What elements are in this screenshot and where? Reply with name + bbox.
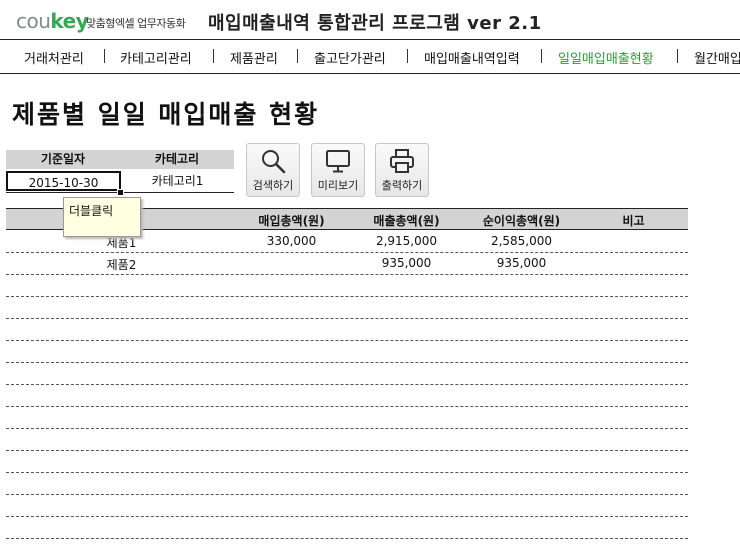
search-button-label: 검색하기	[252, 179, 294, 192]
menu-item-monthly[interactable]: 월간매입	[694, 48, 740, 67]
grid-row-separator	[6, 340, 688, 341]
grid-row-separator	[6, 296, 688, 297]
menu-item-categories[interactable]: 카테고리관리	[120, 48, 192, 67]
coukey-logo: coukey	[16, 9, 89, 33]
grid-row-separator	[6, 362, 688, 363]
print-button[interactable]: 출력하기	[375, 143, 429, 197]
menu-item-daily-status[interactable]: 일일매입매출현황	[558, 48, 654, 67]
grid-row-separator	[6, 494, 688, 495]
menu-item-clients[interactable]: 거래처관리	[24, 48, 84, 67]
main-menu-bar: 거래처관리 카테고리관리 제품관리 출고단가관리 매입매출내역입력 일일매입매출…	[0, 39, 740, 74]
grid-row-separator	[6, 538, 688, 539]
preview-button-label: 미리보기	[317, 179, 359, 192]
brand-slogan: 맞춤형엑셀 업무자동화	[86, 17, 186, 30]
grid-row-separator	[6, 472, 688, 473]
menu-item-products[interactable]: 제품관리	[230, 48, 278, 67]
date-field[interactable]: 2015-10-30	[6, 171, 121, 191]
column-header-note: 비고	[622, 214, 645, 228]
sales-cell: 935,000	[381, 256, 432, 270]
menu-separator	[407, 49, 408, 63]
column-header-purchase: 매입총액(원)	[258, 214, 325, 228]
page-title: 제품별 일일 매입매출 현황	[12, 100, 320, 129]
product-cell: 제품2	[106, 258, 137, 272]
search-button[interactable]: 검색하기	[246, 143, 300, 197]
category-label: 카테고리	[120, 150, 234, 169]
column-header-profit: 순이익총액(원)	[482, 214, 561, 228]
column-header-sales: 매출총액(원)	[373, 214, 440, 228]
menu-separator	[677, 49, 678, 63]
menu-item-transaction-entry[interactable]: 매입매출내역입력	[424, 48, 520, 67]
profit-cell: 2,585,000	[490, 234, 553, 248]
grid-row-separator	[6, 252, 688, 253]
purchase-cell: 330,000	[266, 234, 317, 248]
search-icon	[262, 150, 286, 174]
printer-icon	[390, 149, 414, 173]
menu-item-unit-prices[interactable]: 출고단가관리	[314, 48, 386, 67]
date-label: 기준일자	[6, 150, 120, 169]
menu-separator	[213, 49, 214, 63]
grid-row-separator	[6, 450, 688, 451]
grid-row-separator	[6, 428, 688, 429]
grid-row-separator	[6, 384, 688, 385]
grid-row-separator	[6, 516, 688, 517]
app-title: 매입매출내역 통합관리 프로그램 ver 2.1	[208, 13, 542, 34]
sales-cell: 2,915,000	[375, 234, 438, 248]
grid-row-separator	[6, 318, 688, 319]
print-button-label: 출력하기	[381, 179, 423, 192]
profit-cell: 935,000	[496, 256, 547, 270]
menu-separator	[104, 49, 105, 63]
grid-row-separator	[6, 274, 688, 275]
grid-row-separator	[6, 406, 688, 407]
cell-fill-handle[interactable]	[117, 189, 124, 196]
menu-separator	[541, 49, 542, 63]
preview-button[interactable]: 미리보기	[311, 143, 365, 197]
category-field[interactable]: 카테고리1	[121, 171, 234, 191]
monitor-icon	[326, 150, 350, 173]
double-click-tooltip: 더블클릭	[63, 197, 141, 237]
menu-separator	[297, 49, 298, 63]
